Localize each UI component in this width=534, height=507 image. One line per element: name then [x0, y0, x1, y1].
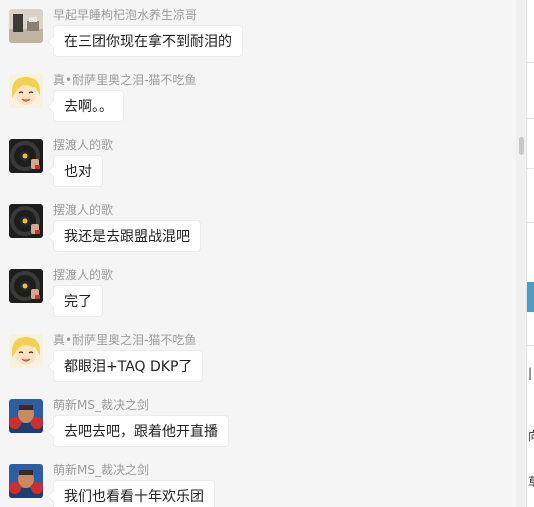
message-bubble[interactable]: 完了: [53, 285, 103, 317]
sender-name[interactable]: 摆渡人的歌: [53, 266, 113, 283]
anime-blonde-avatar-icon: [9, 334, 43, 368]
chat-message: 摆渡人的歌 完了: [0, 260, 516, 325]
scrollbar-thumb[interactable]: [519, 137, 524, 155]
steering-wheel-avatar-icon: [9, 204, 43, 238]
boxer-avatar-icon: [9, 464, 43, 498]
avatar[interactable]: [9, 204, 43, 238]
sender-name[interactable]: 萌新MS_裁决之剑: [53, 461, 149, 478]
chat-message: 真•耐萨里奥之泪-猫不吃鱼 去啊。。: [0, 65, 516, 130]
sender-name[interactable]: 摆渡人的歌: [53, 201, 113, 218]
sender-name[interactable]: 真•耐萨里奥之泪-猫不吃鱼: [53, 71, 196, 88]
message-bubble[interactable]: 去吧去吧，跟着他开直播: [53, 415, 229, 447]
avatar[interactable]: [9, 269, 43, 303]
message-bubble[interactable]: 都眼泪+TAQ DKP了: [53, 350, 204, 382]
divider: [527, 345, 534, 346]
avatar[interactable]: [9, 399, 43, 433]
right-side-panel: | 向 草: [526, 0, 534, 507]
sender-name[interactable]: 真•耐萨里奥之泪-猫不吃鱼: [53, 331, 196, 348]
side-text: 向: [528, 427, 534, 444]
divider: [527, 168, 534, 169]
avatar[interactable]: [9, 9, 43, 43]
anime-blonde-avatar-icon: [9, 74, 43, 108]
steering-wheel-avatar-icon: [9, 139, 43, 173]
divider: [527, 62, 534, 63]
chat-message: 早起早睡枸杞泡水养生凉哥 在三团你现在拿不到耐泪的: [0, 0, 516, 65]
divider: [527, 118, 534, 119]
chat-message: 摆渡人的歌 我还是去跟盟战混吧: [0, 195, 516, 260]
sender-name[interactable]: 萌新MS_裁决之剑: [53, 396, 149, 413]
side-text: 草: [528, 473, 534, 490]
boxer-avatar-icon: [9, 399, 43, 433]
chat-scrollbar[interactable]: [516, 0, 526, 507]
message-bubble[interactable]: 我们也看看十年欢乐团: [53, 480, 215, 507]
message-bubble[interactable]: 去啊。。: [53, 90, 124, 122]
avatar[interactable]: [9, 464, 43, 498]
message-bubble[interactable]: 也对: [53, 155, 103, 187]
sender-name[interactable]: 早起早睡枸杞泡水养生凉哥: [53, 6, 197, 23]
message-bubble[interactable]: 在三团你现在拿不到耐泪的: [53, 25, 243, 57]
message-bubble[interactable]: 我还是去跟盟战混吧: [53, 220, 201, 252]
chat-message: 摆渡人的歌 也对: [0, 130, 516, 195]
sender-name[interactable]: 摆渡人的歌: [53, 136, 113, 153]
avatar[interactable]: [9, 334, 43, 368]
chat-message: 萌新MS_裁决之剑 我们也看看十年欢乐团: [0, 455, 516, 507]
divider: [527, 222, 534, 223]
chat-message-list: 早起早睡枸杞泡水养生凉哥 在三团你现在拿不到耐泪的 真•耐萨里奥之泪-猫不吃鱼 …: [0, 0, 516, 507]
chat-message: 萌新MS_裁决之剑 去吧去吧，跟着他开直播: [0, 390, 516, 455]
steering-wheel-avatar-icon: [9, 269, 43, 303]
avatar[interactable]: [9, 139, 43, 173]
accent-bar: [527, 282, 534, 312]
chat-message: 真•耐萨里奥之泪-猫不吃鱼 都眼泪+TAQ DKP了: [0, 325, 516, 390]
side-text: |: [528, 366, 533, 380]
avatar[interactable]: [9, 74, 43, 108]
desk-photo-avatar-icon: [9, 9, 43, 43]
